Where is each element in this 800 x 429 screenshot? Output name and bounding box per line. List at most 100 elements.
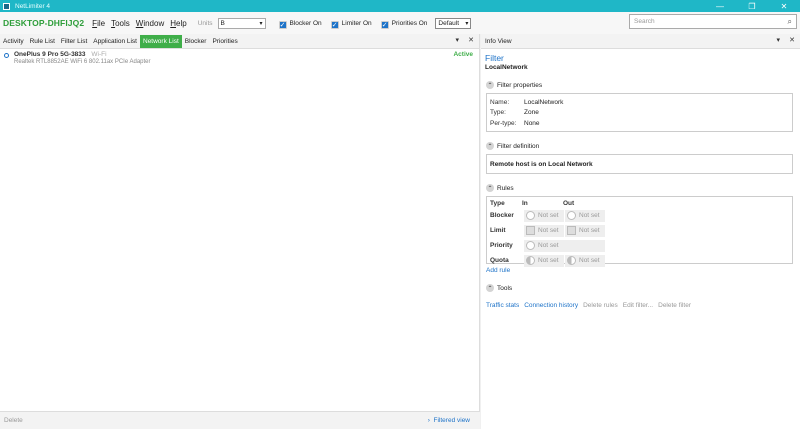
quota-out-cell[interactable]: Not set — [565, 254, 605, 267]
rules-header-row: Type In Out — [490, 199, 789, 208]
network-status: Active — [453, 51, 473, 58]
limit-icon — [567, 226, 576, 235]
tools-header[interactable]: ⌃ Tools — [486, 284, 793, 292]
filter-definition-box: Remote host is on Local Network — [486, 154, 793, 174]
quota-icon — [526, 256, 535, 265]
tab-filter-list[interactable]: Filter List — [58, 35, 90, 48]
limit-out-cell[interactable]: Not set — [565, 224, 605, 237]
info-view-pane: Info View ▾ ✕ Filter LocalNetwork ⌃ Filt… — [481, 34, 800, 429]
delete-rules-link[interactable]: Delete rules — [583, 302, 618, 309]
rule-row-blocker: Blocker Not set Not set — [490, 208, 789, 223]
menu-help[interactable]: Help — [170, 19, 186, 28]
collapse-icon: ⌃ — [486, 81, 494, 89]
block-icon — [526, 211, 535, 220]
search-icon[interactable]: ⌕ — [788, 17, 792, 27]
rules-header[interactable]: ⌃ Rules — [486, 184, 793, 192]
filter-title-link[interactable]: Filter — [485, 53, 793, 63]
menu-tools[interactable]: Tools — [111, 19, 130, 28]
network-adapter: Realtek RTL8852AE WiFi 6 802.11ax PCIe A… — [14, 59, 151, 65]
filter-name: LocalNetwork — [485, 64, 528, 71]
limiter-toggle[interactable]: ✓ Limiter On — [330, 17, 372, 29]
column-header: Out — [563, 200, 575, 207]
tab-application-list[interactable]: Application List — [90, 35, 140, 48]
property-key: Type: — [490, 109, 506, 117]
main-menu: File Tools Window Help — [92, 19, 193, 28]
units-label: Units — [197, 19, 213, 27]
blocker-in-cell[interactable]: Not set — [524, 209, 564, 222]
chevron-down-icon: ▾ — [465, 20, 469, 27]
profile-select[interactable]: Default ▾ — [435, 17, 472, 29]
units-value: B — [220, 19, 225, 27]
filtered-view-label: Filtered view — [433, 417, 470, 424]
priorities-label: Priorities On — [391, 19, 428, 27]
priority-cell[interactable]: Not set — [524, 239, 605, 252]
tab-activity[interactable]: Activity — [0, 35, 27, 48]
search-placeholder: Search — [634, 18, 655, 25]
rules-table: Type In Out Blocker Not set Not set Limi… — [486, 196, 793, 267]
traffic-stats-link[interactable]: Traffic stats — [486, 302, 519, 309]
network-list-pane: Activity Rule List Filter List Applicati… — [0, 34, 480, 429]
limit-in-cell[interactable]: Not set — [524, 224, 564, 237]
close-icon[interactable]: ✕ — [468, 36, 474, 44]
property-row: Per-type: None — [490, 118, 789, 129]
rule-value: Not set — [579, 212, 600, 219]
wifi-network-icon — [4, 53, 9, 58]
collapse-icon: ⌃ — [486, 142, 494, 150]
chevron-down-icon: ▾ — [259, 20, 263, 27]
tab-blocker[interactable]: Blocker — [182, 35, 210, 48]
checkbox-checked-icon: ✓ — [278, 21, 287, 29]
app-icon — [3, 2, 10, 10]
filter-definition-header[interactable]: ⌃ Filter definition — [486, 142, 793, 150]
quota-in-cell[interactable]: Not set — [524, 254, 564, 267]
chevron-right-icon: › — [427, 417, 430, 424]
blocker-toggle[interactable]: ✓ Blocker On — [278, 17, 322, 29]
filtered-view-toggle[interactable]: › Filtered view — [428, 417, 470, 424]
tab-menu-icon[interactable]: ▾ — [455, 36, 459, 44]
menu-window[interactable]: Window — [136, 19, 164, 28]
rule-type: Quota — [490, 257, 509, 264]
section-title: Tools — [497, 284, 513, 292]
search-input[interactable]: Search ⌕ — [629, 14, 797, 29]
delete-button[interactable]: Delete — [4, 417, 23, 424]
network-row[interactable]: OnePlus 9 Pro 5G-3833 Wi-Fi Realtek RTL8… — [0, 49, 479, 67]
network-type: Wi-Fi — [91, 51, 107, 58]
checkbox-checked-icon: ✓ — [380, 21, 389, 29]
filter-properties-box: Name: LocalNetwork Type: Zone Per-type: … — [486, 93, 793, 132]
tab-network-list[interactable]: Network List — [140, 34, 182, 48]
add-rule-link[interactable]: Add rule — [486, 267, 793, 274]
column-header: Type — [490, 200, 505, 207]
rule-type: Limit — [490, 227, 506, 234]
rule-type: Priority — [490, 242, 513, 249]
close-icon[interactable]: ✕ — [789, 36, 795, 44]
info-view-header: Info View ▾ ✕ — [481, 34, 800, 49]
property-value: None — [524, 119, 540, 127]
delete-filter-link[interactable]: Delete filter — [658, 302, 691, 309]
close-button[interactable]: ✕ — [768, 0, 800, 12]
checkbox-checked-icon: ✓ — [330, 21, 339, 29]
tab-rule-list[interactable]: Rule List — [27, 35, 58, 48]
left-footer: Delete › Filtered view — [0, 411, 480, 429]
menu-file[interactable]: File — [92, 19, 105, 28]
limiter-label: Limiter On — [341, 19, 372, 27]
tab-priorities[interactable]: Priorities — [209, 35, 240, 48]
rule-value: Not set — [538, 227, 559, 234]
network-name: OnePlus 9 Pro 5G-3833 — [14, 51, 86, 58]
section-title: Filter properties — [497, 81, 543, 89]
blocker-out-cell[interactable]: Not set — [565, 209, 605, 222]
property-key: Per-type: — [490, 119, 517, 127]
rule-row-priority: Priority Not set — [490, 238, 789, 253]
connection-history-link[interactable]: Connection history — [524, 302, 578, 309]
priorities-toggle[interactable]: ✓ Priorities On — [380, 17, 428, 29]
filter-properties-header[interactable]: ⌃ Filter properties — [486, 81, 793, 89]
rule-row-quota: Quota Not set Not set — [490, 253, 789, 268]
units-select[interactable]: B ▾ — [217, 17, 266, 29]
edit-filter-link[interactable]: Edit filter... — [623, 302, 653, 309]
tools-links: Traffic stats Connection history Delete … — [486, 302, 793, 309]
panel-menu-icon[interactable]: ▾ — [776, 36, 780, 44]
blocker-label: Blocker On — [289, 19, 322, 27]
rule-value: Not set — [538, 212, 559, 219]
maximize-button[interactable]: ❐ — [736, 0, 768, 12]
tab-bar: Activity Rule List Filter List Applicati… — [0, 34, 479, 49]
property-row: Name: LocalNetwork — [490, 97, 789, 108]
minimize-button[interactable]: — — [704, 0, 736, 12]
